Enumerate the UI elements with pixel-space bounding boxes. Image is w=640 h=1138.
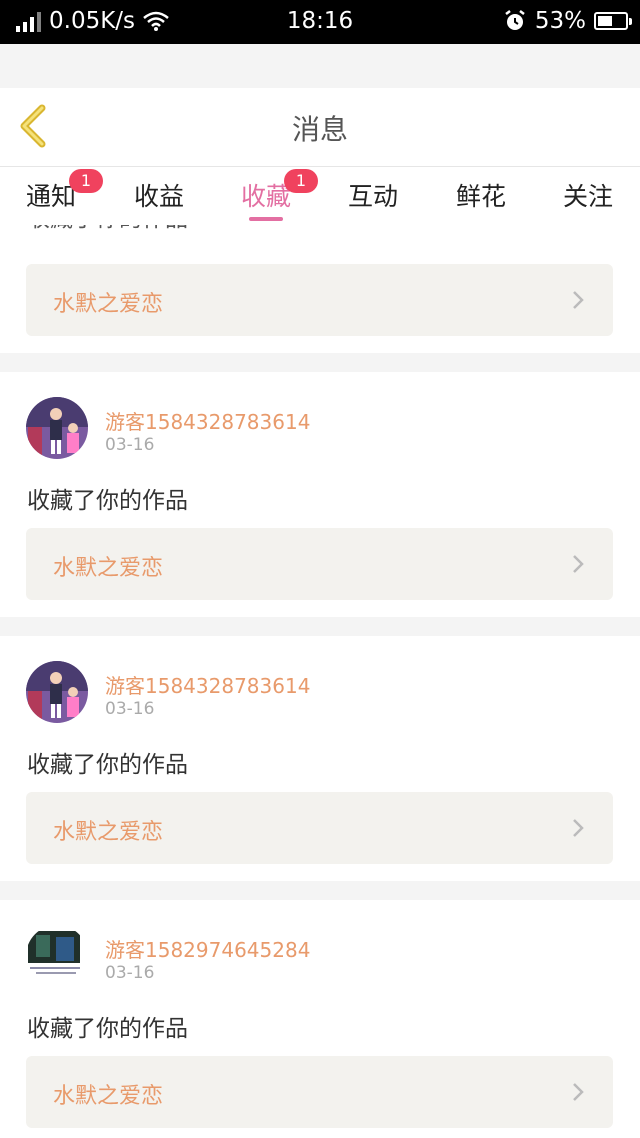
message-date: 03-16 xyxy=(105,963,155,983)
tab-badge: 1 xyxy=(69,169,103,193)
tab-label: 收藏 xyxy=(240,182,291,211)
work-link[interactable]: 水默之爱恋 xyxy=(26,1056,613,1128)
work-title: 水默之爱恋 xyxy=(53,292,164,317)
work-link[interactable]: 水默之爱恋 xyxy=(26,792,613,864)
message-action: 收藏了你的作品 xyxy=(27,1016,188,1042)
work-title: 水默之爱恋 xyxy=(53,556,164,581)
screen: 0.05K/s 18:16 53% 消息 通知 1 收益 收藏 1 互动 鲜花 … xyxy=(0,0,640,1138)
message-card: 游客1582974645284 03-16 收藏了你的作品 水默之爱恋 xyxy=(0,900,640,1138)
page-title: 消息 xyxy=(291,113,348,146)
header: 消息 xyxy=(0,88,640,167)
tab-flowers[interactable]: 鲜花 xyxy=(441,177,521,213)
chevron-right-icon xyxy=(573,819,584,837)
tab-badge: 1 xyxy=(284,169,318,193)
tab-label: 互动 xyxy=(347,182,398,211)
status-right: 53% xyxy=(503,8,632,34)
battery-fill xyxy=(598,16,612,26)
chevron-right-icon xyxy=(573,555,584,573)
chevron-right-icon xyxy=(573,1083,584,1101)
battery-icon xyxy=(594,12,632,30)
work-link[interactable]: 水默之爱恋 xyxy=(26,528,613,600)
author-name[interactable]: 游客1584328783614 xyxy=(105,670,310,699)
avatar[interactable] xyxy=(26,925,88,987)
tab-earnings[interactable]: 收益 xyxy=(119,177,199,213)
message-date: 03-16 xyxy=(105,435,155,455)
avatar[interactable] xyxy=(26,661,88,723)
work-title: 水默之爱恋 xyxy=(53,1084,164,1109)
message-action: 收藏了你的作品 xyxy=(27,752,188,778)
tab-label: 收益 xyxy=(133,182,184,211)
tab-favorites[interactable]: 收藏 1 xyxy=(226,169,318,221)
message-action: 收藏了你的作品 xyxy=(27,225,188,233)
message-list[interactable]: 收藏了你的作品 水默之爱恋 游客 xyxy=(0,225,640,1138)
author-name[interactable]: 游客1582974645284 xyxy=(105,934,310,963)
message-card: 游客1584328783614 03-16 收藏了你的作品 水默之爱恋 xyxy=(0,636,640,881)
message-action: 收藏了你的作品 xyxy=(27,488,188,514)
tab-label: 关注 xyxy=(562,182,613,211)
message-card: 游客1584328783614 03-16 收藏了你的作品 水默之爱恋 xyxy=(0,372,640,617)
avatar[interactable] xyxy=(26,397,88,459)
tab-label: 通知 xyxy=(25,182,76,211)
tab-notifications[interactable]: 通知 1 xyxy=(11,169,103,213)
tab-following[interactable]: 关注 xyxy=(548,177,628,213)
work-title: 水默之爱恋 xyxy=(53,820,164,845)
work-link[interactable]: 水默之爱恋 xyxy=(26,264,613,336)
author-name[interactable]: 游客1584328783614 xyxy=(105,406,310,435)
active-tab-indicator xyxy=(249,217,283,221)
status-bar: 0.05K/s 18:16 53% xyxy=(0,0,640,44)
message-card: 收藏了你的作品 水默之爱恋 xyxy=(0,225,640,353)
tab-label: 鲜花 xyxy=(455,182,506,211)
message-date: 03-16 xyxy=(105,699,155,719)
battery-percent: 53% xyxy=(534,8,586,34)
alarm-icon xyxy=(505,10,525,30)
tab-bar: 通知 1 收益 收藏 1 互动 鲜花 关注 xyxy=(0,167,640,225)
tab-interaction[interactable]: 互动 xyxy=(333,177,413,213)
chevron-right-icon xyxy=(573,291,584,309)
